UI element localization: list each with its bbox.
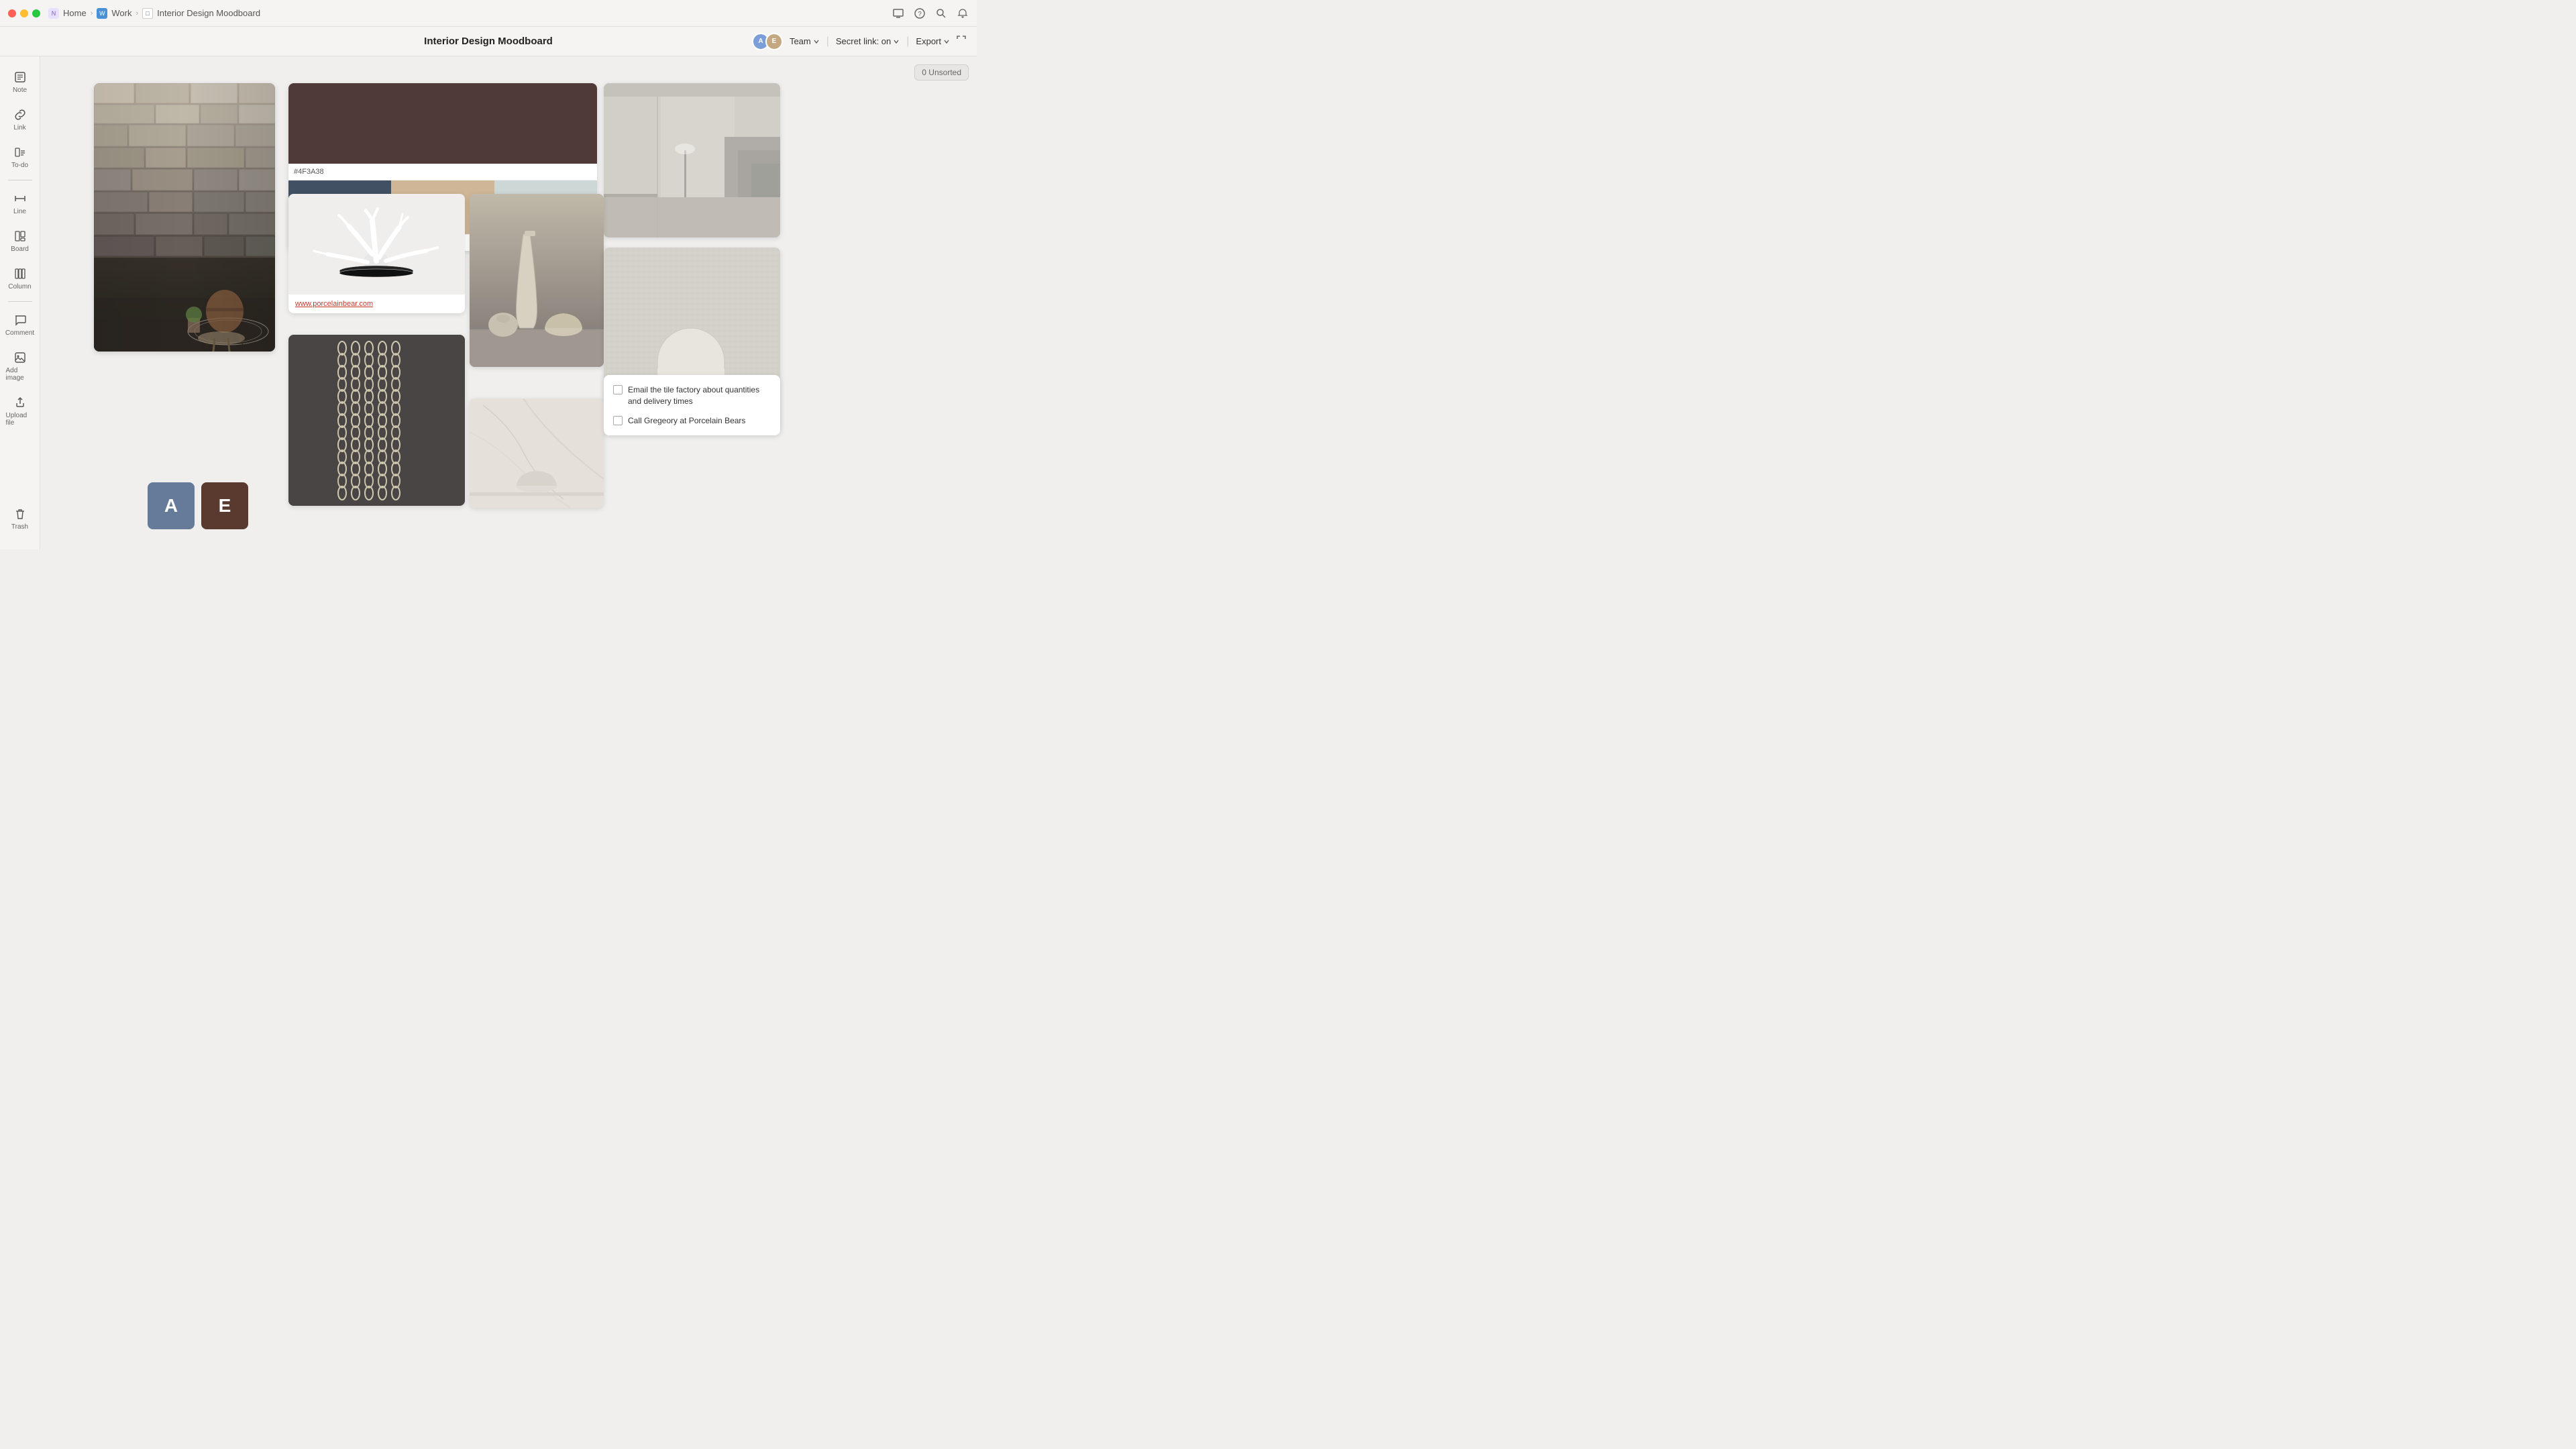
avatar-group: A E: [752, 33, 783, 50]
close-button[interactable]: [8, 9, 16, 17]
todo-item-1: Email the tile factory about quantities …: [613, 384, 771, 407]
sidebar-item-note[interactable]: Note: [3, 64, 37, 99]
expand-button[interactable]: [957, 36, 966, 47]
todo-item-2: Call Gregeory at Porcelain Bears: [613, 415, 771, 427]
title-bar: Interior Design Moodboard A E Team | Sec…: [0, 27, 977, 56]
sidebar-divider-2: [8, 301, 32, 302]
app-icon: N: [48, 8, 59, 19]
marble-photo[interactable]: [470, 398, 604, 508]
sidebar-label-link: Link: [13, 124, 25, 131]
todo-text-2: Call Gregeory at Porcelain Bears: [628, 415, 745, 427]
sidebar-item-todo[interactable]: To-do: [3, 140, 37, 174]
sidebar-item-line[interactable]: Line: [3, 186, 37, 221]
team-button[interactable]: Team: [790, 36, 820, 46]
sidebar-item-comment[interactable]: Comment: [3, 307, 37, 342]
sidebar-item-column[interactable]: Column: [3, 261, 37, 296]
traffic-lights: [8, 9, 40, 17]
minimize-button[interactable]: [20, 9, 28, 17]
breadcrumb-sep1: ›: [91, 9, 93, 17]
breadcrumb-work[interactable]: Work: [111, 8, 131, 18]
add-image-icon: [13, 350, 28, 365]
chain-card[interactable]: [288, 335, 465, 506]
large-interior-photo[interactable]: [94, 83, 275, 352]
canvas: 0 Unsorted: [40, 56, 977, 549]
sidebar-label-upload: Upload file: [6, 412, 34, 427]
moodboard: #4F3A38 #415163 #CFB696 #CDD7D6: [94, 83, 963, 543]
coral-card[interactable]: www.porcelainbear.com: [288, 194, 465, 313]
breadcrumb-home[interactable]: Home: [63, 8, 87, 18]
sidebar-label-line: Line: [13, 208, 26, 215]
todo-checkbox-2[interactable]: [613, 416, 623, 425]
sidebar-label-add-image: Add image: [6, 367, 34, 382]
breadcrumb-page[interactable]: Interior Design Moodboard: [157, 8, 260, 18]
page-icon: □: [142, 8, 153, 19]
sidebar-item-board[interactable]: Board: [3, 223, 37, 258]
export-button[interactable]: Export: [916, 36, 950, 46]
breadcrumb: N Home › W Work › □ Interior Design Mood…: [48, 8, 260, 19]
line-icon: [13, 191, 28, 206]
big-swatch-label: #4F3A38: [288, 164, 597, 180]
screen-icon[interactable]: [892, 7, 904, 19]
search-icon[interactable]: [935, 7, 947, 19]
secret-link-button[interactable]: Secret link: on: [836, 36, 900, 46]
sidebar-label-column: Column: [8, 283, 31, 290]
sidebar-item-link[interactable]: Link: [3, 102, 37, 137]
breadcrumb-sep2: ›: [136, 9, 138, 17]
vases-photo[interactable]: [470, 194, 604, 367]
coral-image: [288, 194, 465, 294]
sidebar-item-trash[interactable]: Trash: [3, 501, 37, 536]
sidebar-label-trash: Trash: [11, 523, 28, 531]
marble-bg: [470, 398, 604, 508]
coral-link[interactable]: www.porcelainbear.com: [288, 294, 465, 313]
left-sidebar: Note Link To-do Line Board: [0, 56, 40, 549]
page-title: Interior Design Moodboard: [424, 36, 553, 47]
sidebar-item-add-image[interactable]: Add image: [3, 345, 37, 387]
vases-bg: [470, 194, 604, 367]
sidebar-label-comment: Comment: [5, 329, 34, 337]
svg-text:?: ?: [918, 11, 922, 18]
work-folder-icon: W: [97, 8, 107, 19]
todo-checkbox-1[interactable]: [613, 385, 623, 394]
top-bar-actions: ?: [892, 7, 969, 19]
todo-text-1: Email the tile factory about quantities …: [628, 384, 771, 407]
gray-room-bg: [604, 83, 780, 237]
help-icon[interactable]: ?: [914, 7, 926, 19]
sidebar-label-note: Note: [13, 87, 27, 94]
big-swatch: [288, 83, 597, 164]
unsorted-badge[interactable]: 0 Unsorted: [914, 64, 969, 80]
trash-icon: [13, 506, 28, 521]
link-icon: [13, 107, 28, 122]
gray-room-photo[interactable]: [604, 83, 780, 237]
avatar-tiles: A E: [148, 482, 248, 529]
stone-wall-bg: [94, 83, 275, 352]
note-icon: [13, 70, 28, 85]
upload-icon: [13, 395, 28, 410]
todo-card[interactable]: Email the tile factory about quantities …: [604, 375, 780, 435]
maximize-button[interactable]: [32, 9, 40, 17]
avatar-tile-a: A: [148, 482, 195, 529]
title-bar-actions: A E Team | Secret link: on | Export: [752, 33, 966, 50]
comment-icon: [13, 313, 28, 327]
sidebar-label-todo: To-do: [11, 162, 28, 169]
board-icon: [13, 229, 28, 244]
bell-icon[interactable]: [957, 7, 969, 19]
sidebar-item-upload[interactable]: Upload file: [3, 390, 37, 432]
top-bar: N Home › W Work › □ Interior Design Mood…: [0, 0, 977, 27]
todo-icon: [13, 145, 28, 160]
avatar-tile-e: E: [201, 482, 248, 529]
column-icon: [13, 266, 28, 281]
sidebar-label-board: Board: [11, 246, 29, 253]
main-layout: Note Link To-do Line Board: [0, 56, 977, 549]
avatar-2: E: [765, 33, 783, 50]
